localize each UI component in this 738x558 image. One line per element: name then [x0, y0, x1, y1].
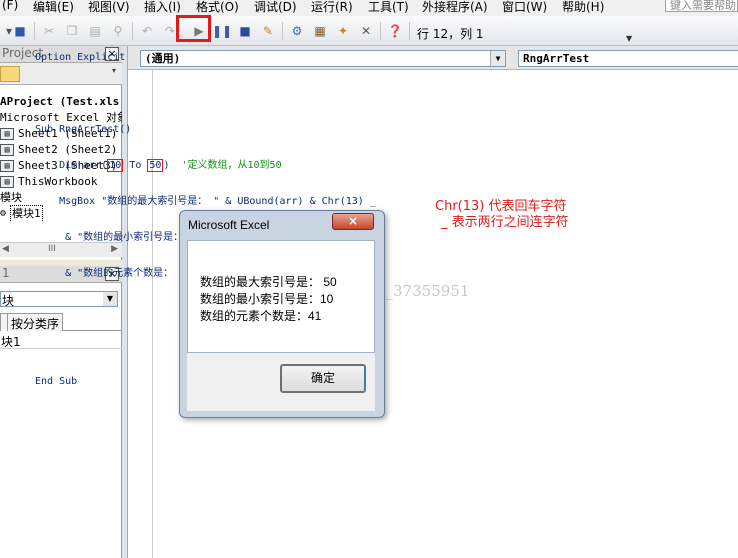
- highlight-lower-bound: 10: [107, 159, 124, 172]
- menu-file[interactable]: (F): [2, 0, 18, 12]
- sheet-icon: ▤: [0, 128, 14, 140]
- procedure-combo[interactable]: RngArrTest: [518, 50, 738, 67]
- menu-tools[interactable]: 工具(T): [368, 0, 409, 15]
- code-text: ): [163, 160, 182, 171]
- code-line: Dim arr(10 To 50) '定义数组，从10到50: [35, 159, 378, 172]
- menu-help[interactable]: 帮助(H): [562, 0, 604, 15]
- menu-window[interactable]: 窗口(W): [502, 0, 547, 15]
- menu-debug[interactable]: 调试(D): [254, 0, 297, 15]
- procedure-combo-value: RngArrTest: [523, 52, 590, 65]
- dialog-body: 数组的最大索引号是： 50 数组的最小索引号是：10 数组的元素个数是：41: [187, 240, 375, 353]
- dialog-message-line: 数组的最大索引号是： 50: [200, 275, 337, 289]
- dialog-title: Microsoft Excel: [188, 218, 270, 232]
- help-icon[interactable]: ❓: [386, 22, 404, 40]
- highlight-upper-bound: 50: [147, 159, 164, 172]
- code-text: Dim arr(: [35, 160, 108, 171]
- scroll-left-icon[interactable]: ◀: [2, 244, 9, 254]
- dialog-close-button[interactable]: ×: [332, 213, 374, 230]
- code-line: Sub RngArrTest(): [35, 124, 132, 135]
- code-comment: '定义数组，从10到50: [181, 160, 282, 171]
- toolbar-separator: [409, 22, 410, 40]
- dialog-message-line: 数组的元素个数是：41: [200, 309, 322, 323]
- toggle-folders-icon[interactable]: [0, 66, 20, 82]
- menu-insert[interactable]: 插入(I): [144, 0, 181, 15]
- menu-addins[interactable]: 外接程序(A): [422, 0, 488, 15]
- save-icon[interactable]: ■: [11, 22, 29, 40]
- code-text: To: [123, 160, 148, 171]
- tree-item-label: 模块: [0, 191, 22, 204]
- cursor-position: 行 12，列 1: [417, 27, 484, 41]
- module-icon: ⚙: [0, 208, 7, 219]
- workbook-icon: ▤: [0, 176, 14, 188]
- code-line: MsgBox "数组的最大索引号是： " & UBound(arr) & Chr…: [35, 196, 376, 207]
- sheet-icon: ▤: [0, 160, 14, 172]
- dialog-message-line: 数组的最小索引号是：10: [200, 292, 334, 306]
- chevron-down-icon[interactable]: ▼: [490, 51, 505, 66]
- toolbar-separator: [380, 22, 381, 40]
- code-line: Option Explicit: [35, 52, 126, 63]
- help-search-input[interactable]: 键入需要帮助: [665, 0, 738, 12]
- menu-run[interactable]: 运行(R): [311, 0, 353, 15]
- menu-view[interactable]: 视图(V): [88, 0, 130, 15]
- object-select-value: 块: [2, 294, 15, 308]
- sheet-icon: ▤: [0, 144, 14, 156]
- toolbar-options-icon[interactable]: ▼: [626, 34, 632, 43]
- menu-bar: (F) 编辑(E) 视图(V) 插入(I) 格式(O) 调试(D) 运行(R) …: [0, 0, 738, 16]
- menu-edit[interactable]: 编辑(E): [33, 0, 74, 15]
- menu-format[interactable]: 格式(O): [196, 0, 239, 15]
- annotation-line-continuation: _ 表示两行之间连字符: [441, 215, 569, 230]
- ok-button[interactable]: 确定: [280, 364, 366, 393]
